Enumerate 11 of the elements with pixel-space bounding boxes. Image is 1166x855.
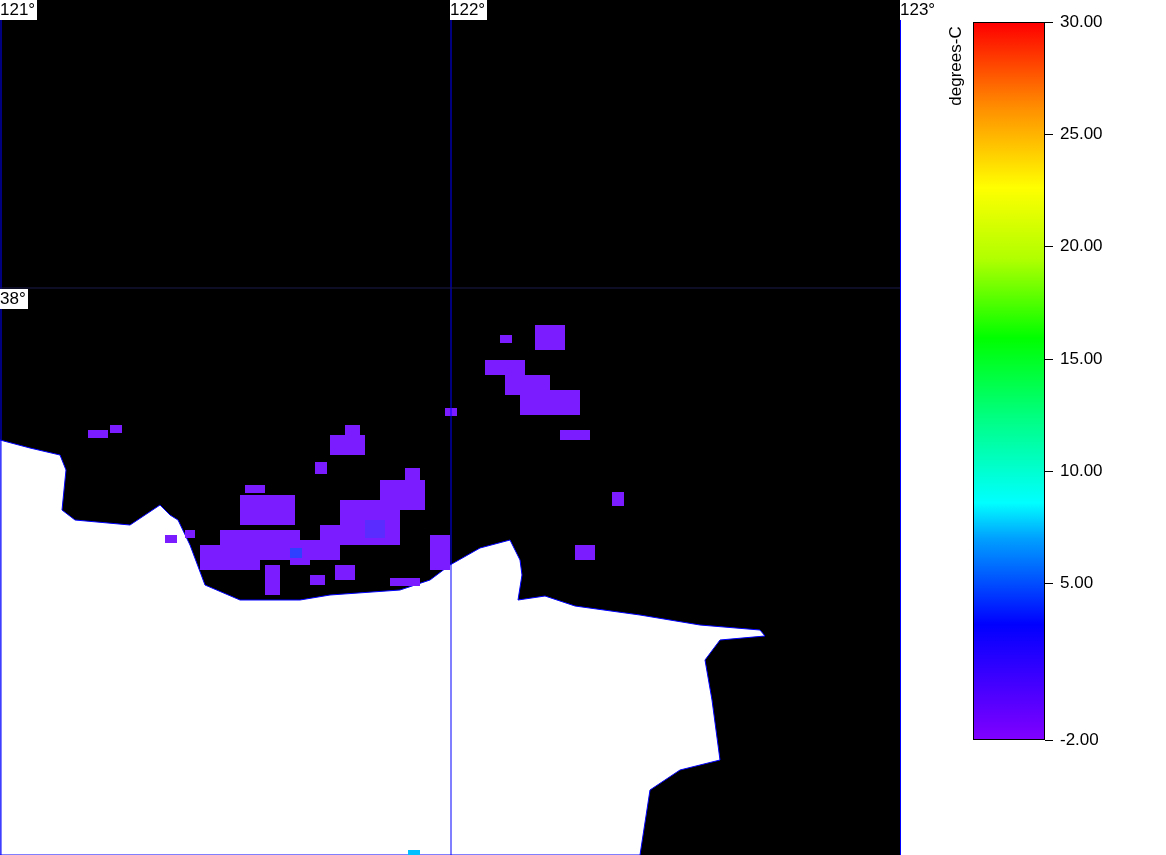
latitude-label: 38° xyxy=(0,289,28,309)
tick-label: 20.00 xyxy=(1060,236,1103,257)
tick-label: -2.00 xyxy=(1060,730,1099,750)
longitude-label: 121° xyxy=(0,0,38,20)
tick-label: 25.00 xyxy=(1060,124,1103,145)
tick-label: 10.00 xyxy=(1060,460,1103,481)
tick-label: 5.00 xyxy=(1060,572,1094,593)
longitude-label: 122° xyxy=(450,0,488,20)
tick-label: 30.00 xyxy=(1060,12,1103,32)
unit-label: degrees-C xyxy=(946,25,966,108)
tick-label: 15.00 xyxy=(1060,348,1103,369)
